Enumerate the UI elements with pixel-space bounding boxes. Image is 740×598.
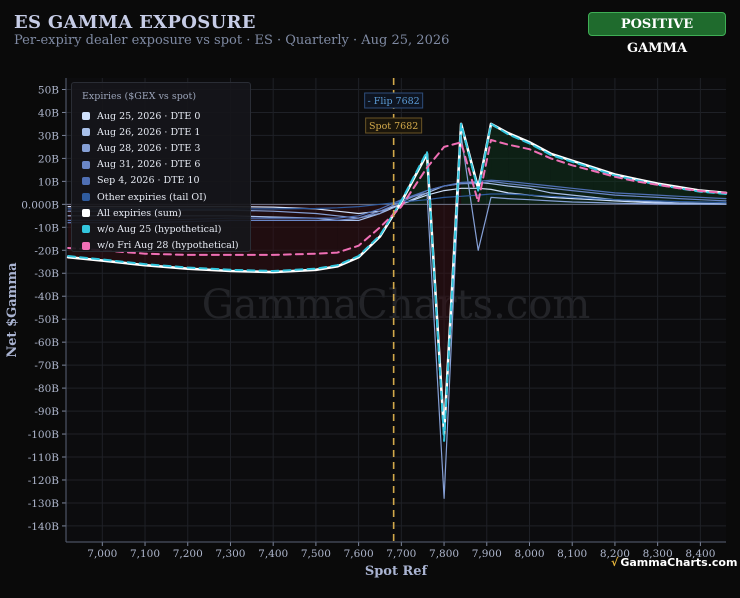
y-tick-label: -60B bbox=[34, 337, 59, 349]
legend-label: Aug 26, 2026 · DTE 1 bbox=[97, 126, 201, 138]
x-tick-label: 8,100 bbox=[557, 548, 587, 560]
x-tick-label: 7,800 bbox=[429, 548, 459, 560]
x-tick-label: 7,600 bbox=[344, 548, 374, 560]
legend-item: w/o Fri Aug 28 (hypothetical) bbox=[82, 238, 240, 254]
y-tick-label: -30B bbox=[34, 268, 59, 280]
legend-item: Aug 28, 2026 · DTE 3 bbox=[82, 140, 240, 156]
x-tick-label: 7,000 bbox=[87, 548, 117, 560]
legend-label: w/o Aug 25 (hypothetical) bbox=[97, 223, 222, 235]
legend-swatch bbox=[82, 160, 90, 169]
brand-logo-icon: √ bbox=[611, 556, 619, 569]
gamma-regime-badge: POSITIVE GAMMA bbox=[588, 12, 726, 56]
exposure-fill-segment bbox=[273, 204, 316, 273]
legend-label: Sep 4, 2026 · DTE 10 bbox=[97, 175, 200, 187]
y-tick-label: 10B bbox=[38, 176, 59, 188]
y-tick-label: -40B bbox=[34, 291, 59, 303]
legend-swatch bbox=[82, 209, 90, 218]
legend-item: Other expiries (tail OI) bbox=[82, 189, 240, 205]
legend-swatch bbox=[82, 128, 90, 137]
legend-item: w/o Aug 25 (hypothetical) bbox=[82, 221, 240, 237]
x-tick-label: 7,200 bbox=[173, 548, 203, 560]
x-tick-label: 7,100 bbox=[130, 548, 160, 560]
legend-swatch bbox=[82, 241, 90, 250]
y-tick-label: -50B bbox=[34, 314, 59, 326]
y-tick-label: -20B bbox=[34, 245, 59, 257]
y-tick-label: -140B bbox=[28, 521, 60, 533]
y-tick-label: -110B bbox=[28, 452, 60, 464]
x-tick-label: 8,000 bbox=[514, 548, 544, 560]
x-axis-label: Spot Ref bbox=[365, 564, 429, 579]
y-tick-label: -80B bbox=[34, 383, 59, 395]
legend-item: Aug 26, 2026 · DTE 1 bbox=[82, 124, 240, 140]
y-axis-label: Net $Gamma bbox=[5, 262, 20, 358]
legend-swatch bbox=[82, 193, 90, 202]
legend-item: Sep 4, 2026 · DTE 10 bbox=[82, 173, 240, 189]
watermark: GammaCharts.com bbox=[202, 282, 591, 328]
legend-label: All expiries (sum) bbox=[97, 207, 182, 219]
legend-swatch bbox=[82, 144, 90, 153]
x-tick-label: 7,900 bbox=[472, 548, 502, 560]
legend-item: Aug 31, 2026 · DTE 6 bbox=[82, 157, 240, 173]
y-tick-label: 50B bbox=[38, 84, 59, 96]
x-tick-label: 7,700 bbox=[386, 548, 416, 560]
legend-item: Aug 25, 2026 · DTE 0 bbox=[82, 108, 240, 124]
y-tick-label: -100B bbox=[28, 429, 60, 441]
y-tick-label: 30B bbox=[38, 130, 59, 142]
legend-label: Aug 25, 2026 · DTE 0 bbox=[97, 110, 201, 122]
legend-swatch bbox=[82, 176, 90, 185]
page-title: ES GAMMA EXPOSURE bbox=[14, 12, 256, 33]
flip-label: - Flip 7682 bbox=[368, 96, 420, 107]
y-tick-label: -120B bbox=[28, 475, 60, 487]
legend-label: Aug 31, 2026 · DTE 6 bbox=[97, 159, 201, 171]
spot-label: Spot 7682 bbox=[369, 121, 418, 132]
legend-swatch bbox=[82, 225, 90, 234]
legend-item: All expiries (sum) bbox=[82, 205, 240, 221]
y-tick-label: -10B bbox=[34, 222, 59, 234]
y-tick-label: -70B bbox=[34, 360, 59, 372]
brand-name: GammaCharts.com bbox=[620, 556, 738, 569]
legend-title: Expiries ($GEX vs spot) bbox=[82, 91, 197, 102]
legend-label: Aug 28, 2026 · DTE 3 bbox=[97, 142, 201, 154]
y-tick-label: -90B bbox=[34, 406, 59, 418]
y-tick-label: -130B bbox=[28, 498, 60, 510]
legend-label: Other expiries (tail OI) bbox=[97, 191, 207, 203]
brand-footer: √ GammaCharts.com bbox=[611, 556, 737, 569]
y-tick-label: 40B bbox=[38, 107, 59, 119]
x-tick-label: 7,500 bbox=[301, 548, 331, 560]
x-tick-label: 7,300 bbox=[215, 548, 245, 560]
legend-label: w/o Fri Aug 28 (hypothetical) bbox=[97, 240, 239, 252]
chart-legend: Expiries ($GEX vs spot) Aug 25, 2026 · D… bbox=[71, 82, 251, 252]
page-subtitle: Per-expiry dealer exposure vs spot · ES … bbox=[14, 33, 450, 48]
legend-swatch bbox=[82, 112, 90, 121]
y-tick-label: 0.000B bbox=[21, 199, 59, 211]
x-tick-label: 7,400 bbox=[258, 548, 288, 560]
y-tick-label: 20B bbox=[38, 153, 59, 165]
